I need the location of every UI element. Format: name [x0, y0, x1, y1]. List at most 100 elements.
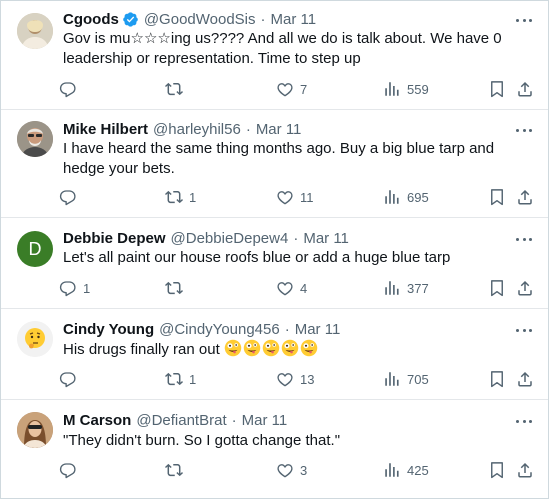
- views-button[interactable]: 705: [383, 369, 429, 389]
- tweet-text: Let's all paint our house roofs blue or …: [63, 249, 451, 266]
- tweet-actions: 7 559: [59, 79, 534, 99]
- like-button[interactable]: 4: [276, 278, 307, 298]
- reply-button[interactable]: 1: [59, 278, 90, 298]
- repost-button[interactable]: 1: [165, 187, 196, 207]
- profile-photo-icon: [17, 121, 53, 157]
- like-button[interactable]: 3: [276, 460, 307, 480]
- share-icon: [516, 188, 534, 206]
- bookmark-button[interactable]: [488, 187, 506, 207]
- bookmark-button[interactable]: [488, 369, 506, 389]
- author-name[interactable]: Cindy Young: [63, 321, 154, 338]
- author-handle[interactable]: @GoodWoodSis: [144, 11, 256, 28]
- author-handle[interactable]: @DebbieDepew4: [171, 230, 289, 247]
- tweet-debbie-depew[interactable]: D Debbie Depew @DebbieDepew4 · Mar 11 Le…: [1, 218, 548, 309]
- tweet-header: Debbie Depew @DebbieDepew4 · Mar 11: [63, 228, 532, 248]
- tweet-text: His drugs finally ran out: [63, 339, 530, 360]
- tweet-actions: 1 13 705: [59, 369, 534, 389]
- profile-photo-icon: [17, 13, 53, 49]
- like-button[interactable]: 7: [276, 79, 307, 99]
- timestamp[interactable]: Mar 11: [256, 121, 302, 138]
- analytics-icon: [383, 188, 401, 206]
- timestamp[interactable]: Mar 11: [295, 321, 341, 338]
- replies-timeline: Cgoods @GoodWoodSis · Mar 11 Gov is mu☆☆…: [0, 0, 549, 499]
- separator: ·: [260, 10, 266, 28]
- more-options-icon[interactable]: [514, 12, 534, 28]
- timestamp[interactable]: Mar 11: [303, 230, 349, 247]
- share-button[interactable]: [516, 278, 534, 298]
- bookmark-button[interactable]: [488, 460, 506, 480]
- bookmark-icon: [488, 370, 506, 388]
- author-name[interactable]: M Carson: [63, 412, 131, 429]
- repost-button[interactable]: 1: [165, 369, 196, 389]
- tweet-header: Mike Hilbert @harleyhil56 · Mar 11: [63, 119, 532, 139]
- reply-button[interactable]: [59, 187, 83, 207]
- repost-button[interactable]: [165, 79, 189, 99]
- tweet-text: I have heard the same thing months ago. …: [63, 140, 495, 177]
- repost-icon: [165, 461, 183, 479]
- verified-badge-icon: [123, 11, 138, 27]
- more-options-icon[interactable]: [514, 322, 534, 338]
- analytics-icon: [383, 80, 401, 98]
- avatar[interactable]: [17, 321, 53, 357]
- tweet-header: M Carson @DefiantBrat · Mar 11: [63, 410, 532, 430]
- reply-button[interactable]: [59, 79, 83, 99]
- share-icon: [516, 279, 534, 297]
- heart-icon: [276, 279, 294, 297]
- analytics-icon: [383, 370, 401, 388]
- zany-face-emoji-icon: [224, 339, 242, 357]
- author-handle[interactable]: @harleyhil56: [153, 121, 241, 138]
- author-name[interactable]: Cgoods: [63, 11, 119, 28]
- author-handle[interactable]: @CindyYoung456: [159, 321, 280, 338]
- share-button[interactable]: [516, 460, 534, 480]
- more-options-icon[interactable]: [514, 231, 534, 247]
- avatar-letter: D: [28, 238, 42, 259]
- tweet-cindy-young[interactable]: Cindy Young @CindyYoung456 · Mar 11 His …: [1, 309, 548, 400]
- separator: ·: [293, 229, 299, 247]
- author-name[interactable]: Debbie Depew: [63, 230, 166, 247]
- author-name[interactable]: Mike Hilbert: [63, 121, 148, 138]
- bookmark-button[interactable]: [488, 79, 506, 99]
- tweet-text: "They didn't burn. So I gotta change tha…: [63, 432, 341, 449]
- tweet-actions: 1 11 695: [59, 187, 534, 207]
- separator: ·: [245, 120, 251, 138]
- tweet-actions: 1 4 377: [59, 278, 534, 298]
- bookmark-icon: [488, 461, 506, 479]
- like-button[interactable]: 13: [276, 369, 314, 389]
- timestamp[interactable]: Mar 11: [242, 412, 288, 429]
- avatar[interactable]: [17, 412, 53, 448]
- heart-icon: [276, 188, 294, 206]
- more-options-icon[interactable]: [514, 413, 534, 429]
- reply-button[interactable]: [59, 369, 83, 389]
- reply-button[interactable]: [59, 460, 83, 480]
- tweet-m-carson[interactable]: M Carson @DefiantBrat · Mar 11 "They did…: [1, 400, 548, 498]
- avatar[interactable]: [17, 121, 53, 157]
- repost-button[interactable]: [165, 460, 189, 480]
- zany-face-emoji-icon: [262, 339, 280, 357]
- repost-button[interactable]: [165, 278, 189, 298]
- share-button[interactable]: [516, 79, 534, 99]
- reply-icon: [59, 461, 77, 479]
- thinking-face-emoji-icon: [17, 321, 53, 357]
- heart-icon: [276, 80, 294, 98]
- zany-face-emoji-icon: [281, 339, 299, 357]
- repost-icon: [165, 279, 183, 297]
- avatar[interactable]: [17, 13, 53, 49]
- tweet-header: Cindy Young @CindyYoung456 · Mar 11: [63, 319, 532, 339]
- views-button[interactable]: 559: [383, 79, 429, 99]
- reply-icon: [59, 279, 77, 297]
- like-button[interactable]: 11: [276, 187, 314, 207]
- share-button[interactable]: [516, 187, 534, 207]
- views-button[interactable]: 377: [383, 278, 429, 298]
- share-button[interactable]: [516, 369, 534, 389]
- bookmark-button[interactable]: [488, 278, 506, 298]
- tweet-text: Gov is mu☆☆☆ing us???? And all we do is …: [63, 30, 502, 67]
- views-button[interactable]: 695: [383, 187, 429, 207]
- views-button[interactable]: 425: [383, 460, 429, 480]
- tweet-mike-hilbert[interactable]: Mike Hilbert @harleyhil56 · Mar 11 I hav…: [1, 110, 548, 218]
- author-handle[interactable]: @DefiantBrat: [136, 412, 226, 429]
- tweet-cgoods[interactable]: Cgoods @GoodWoodSis · Mar 11 Gov is mu☆☆…: [1, 1, 548, 110]
- more-options-icon[interactable]: [514, 122, 534, 138]
- avatar[interactable]: D: [17, 231, 53, 267]
- timestamp[interactable]: Mar 11: [271, 11, 317, 28]
- analytics-icon: [383, 461, 401, 479]
